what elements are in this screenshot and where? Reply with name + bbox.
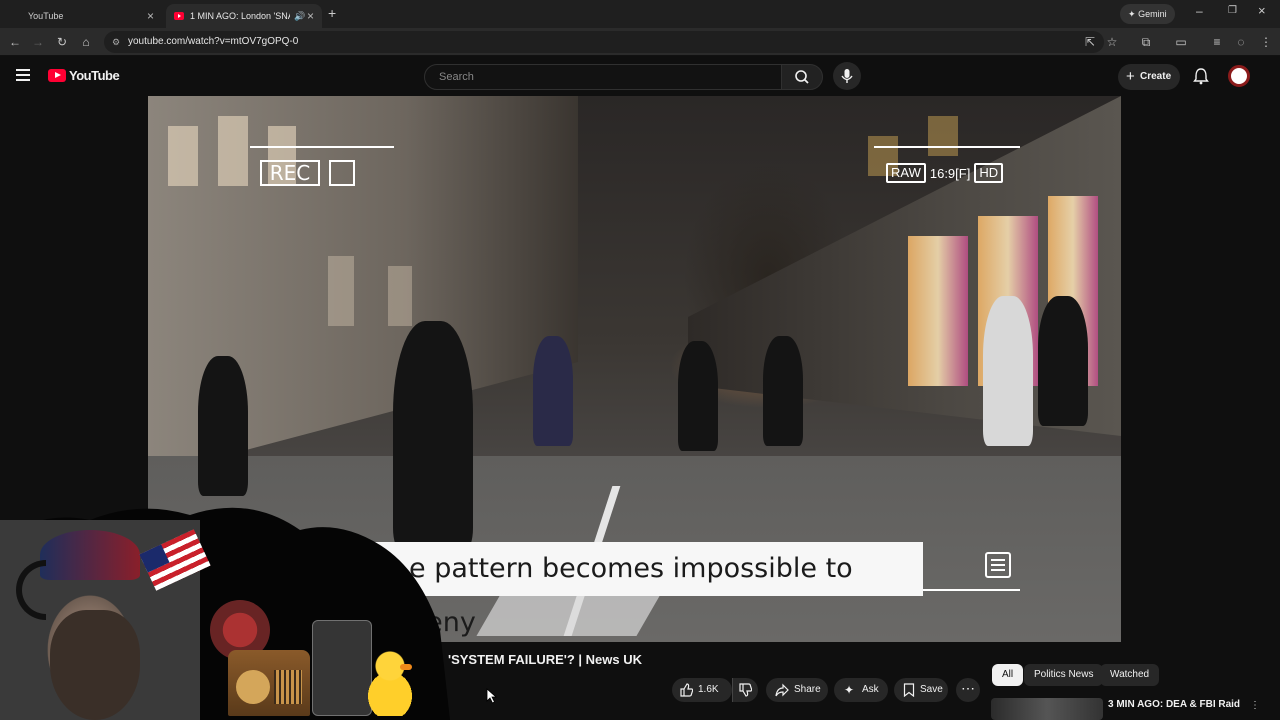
- rubber-duck-image: [368, 650, 412, 716]
- thumbs-down-icon: [739, 683, 752, 697]
- youtube-favicon-icon: [174, 12, 184, 20]
- home-icon[interactable]: ⌂: [78, 34, 94, 50]
- profile-icon[interactable]: ◌: [1233, 34, 1249, 50]
- browser-toolbar: ← → ↻ ⌂ ⚙ youtube.com/watch?v=mtOV7gOPQ-…: [0, 28, 1280, 56]
- share-label: Share: [794, 684, 821, 695]
- gemini-label: Gemini: [1138, 9, 1167, 19]
- hud-line: [874, 146, 1020, 148]
- thumbs-up-icon: [680, 683, 693, 697]
- streamer-bandana: [40, 530, 140, 580]
- logo-text: YouTube: [69, 68, 120, 83]
- save-label: Save: [920, 684, 943, 695]
- mouse-cursor-icon: [486, 688, 498, 704]
- ask-button[interactable]: ✦ Ask: [834, 678, 888, 702]
- tab-title: 1 MIN AGO: London 'SNATC: [190, 11, 290, 21]
- sparkle-icon: ✦: [844, 683, 855, 697]
- chip-all[interactable]: All: [992, 664, 1024, 686]
- streamer-beard: [50, 610, 140, 720]
- extensions-icon[interactable]: ⧉: [1138, 34, 1154, 50]
- like-button[interactable]: 1.6K: [672, 678, 732, 702]
- recommendation-more-icon[interactable]: ⋮: [1250, 700, 1260, 711]
- video-title: 'SYSTEM FAILURE'? | News UK: [448, 652, 643, 667]
- chip-politics-news[interactable]: Politics News: [1024, 664, 1104, 686]
- forward-icon[interactable]: →: [30, 34, 46, 50]
- recommendation-thumbnail[interactable]: [991, 698, 1103, 720]
- site-info-icon[interactable]: ⚙: [112, 31, 120, 53]
- vintage-radio-image: [228, 650, 310, 716]
- hamburger-menu-icon[interactable]: [16, 69, 30, 81]
- sparkle-icon: ✦: [1128, 9, 1136, 19]
- media-controls-icon[interactable]: ≡: [1209, 34, 1225, 50]
- address-bar[interactable]: ⚙ youtube.com/watch?v=mtOV7gOPQ-0: [104, 31, 1104, 53]
- microphone-icon: [841, 69, 853, 83]
- youtube-play-logo-icon: [48, 69, 66, 82]
- speaker-icon[interactable]: 🔊: [294, 11, 305, 22]
- youtube-logo[interactable]: YouTube: [48, 68, 120, 83]
- create-label: Create: [1140, 71, 1172, 82]
- more-actions-icon[interactable]: ⋯: [956, 678, 980, 702]
- voice-search-button[interactable]: [833, 62, 861, 90]
- notifications-bell-icon[interactable]: [1192, 67, 1210, 85]
- url-text: youtube.com/watch?v=mtOV7gOPQ-0: [128, 36, 299, 47]
- hud-format-badges: RAW 16:9[F] HD: [886, 162, 1004, 184]
- youtube-header: YouTube Search + Create: [0, 56, 1280, 96]
- rec-label: REC: [260, 160, 320, 186]
- bookmark-icon: [903, 683, 915, 697]
- bookmark-star-icon[interactable]: ☆: [1104, 34, 1120, 50]
- ratio-label: 16:9[F]: [929, 165, 971, 181]
- rec-square-icon: [329, 160, 355, 186]
- tab-close-icon[interactable]: ×: [147, 9, 154, 23]
- dislike-button[interactable]: [732, 678, 758, 702]
- plus-icon: +: [1126, 68, 1135, 85]
- recommendation-title[interactable]: 3 MIN AGO: DEA & FBI Raid: [1108, 699, 1240, 710]
- tab-youtube[interactable]: YouTube ×: [20, 4, 162, 28]
- back-icon[interactable]: ←: [7, 34, 23, 50]
- search-button[interactable]: [781, 64, 823, 90]
- create-button[interactable]: + Create: [1118, 64, 1180, 90]
- hud-line: [250, 146, 394, 148]
- browser-tab-bar: YouTube × 1 MIN AGO: London 'SNATC 🔊 × +…: [0, 0, 1280, 28]
- raw-badge: RAW: [886, 163, 926, 183]
- reload-icon[interactable]: ↻: [54, 34, 70, 50]
- share-arrow-icon: [775, 683, 789, 697]
- ask-label: Ask: [862, 684, 879, 695]
- tab-close-icon[interactable]: ×: [307, 9, 314, 23]
- tab-video[interactable]: 1 MIN AGO: London 'SNATC 🔊 ×: [166, 4, 322, 28]
- glass-jar-image: [312, 620, 372, 716]
- share-button[interactable]: Share: [766, 678, 828, 702]
- minimize-icon[interactable]: –: [1196, 4, 1203, 18]
- restore-icon[interactable]: ❐: [1228, 5, 1237, 16]
- transcript-list-icon: [985, 552, 1011, 578]
- cast-icon[interactable]: ▭: [1173, 34, 1189, 50]
- search-icon: [795, 70, 809, 84]
- save-button[interactable]: Save: [894, 678, 948, 702]
- search-input[interactable]: Search: [424, 64, 782, 90]
- chip-watched[interactable]: Watched: [1100, 664, 1160, 686]
- new-tab-button[interactable]: +: [328, 5, 336, 21]
- hd-badge: HD: [974, 163, 1004, 183]
- avatar[interactable]: [1228, 65, 1250, 87]
- close-window-icon[interactable]: ×: [1258, 3, 1266, 18]
- like-count: 1.6K: [698, 684, 719, 695]
- gemini-button[interactable]: ✦ Gemini: [1120, 4, 1175, 24]
- browser-menu-icon[interactable]: ⋮: [1258, 34, 1274, 50]
- tab-title: YouTube: [28, 11, 64, 21]
- install-app-icon[interactable]: ⇱: [1082, 34, 1098, 50]
